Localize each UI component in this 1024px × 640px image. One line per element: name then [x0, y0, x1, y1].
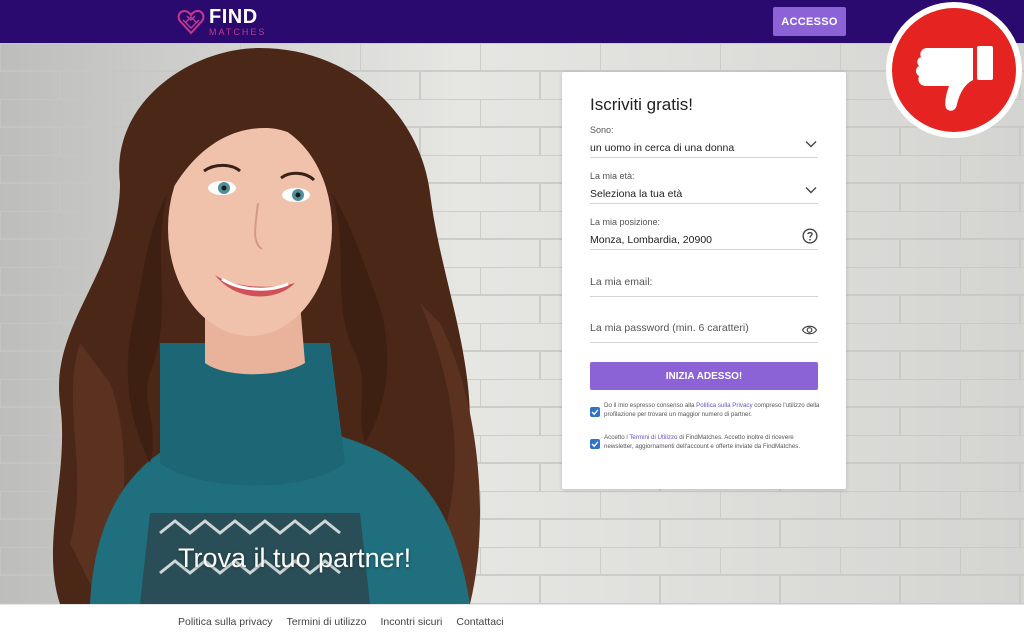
hero-section: Trova il tuo partner! Iscriviti gratis! … — [0, 43, 1024, 604]
check-icon — [591, 441, 599, 448]
chevron-down-icon — [805, 187, 817, 194]
gender-value: un uomo in cerca di una donna — [590, 142, 735, 154]
footer-link-safe-dating[interactable]: Incontri sicuri — [381, 616, 443, 628]
findmatches-logo[interactable]: FIND MATCHES — [177, 7, 266, 37]
logo-matches-text: MATCHES — [209, 27, 267, 37]
gender-select[interactable]: Sono: un uomo in cerca di una donna — [590, 125, 818, 158]
age-label: La mia età: — [590, 171, 635, 181]
eye-icon[interactable] — [801, 323, 818, 337]
password-placeholder: La mia password (min. 6 caratteri) — [590, 322, 749, 334]
terms-consent-before: Accetto i — [604, 434, 630, 441]
woman-photo — [52, 48, 480, 604]
start-now-button[interactable]: INIZIA ADESSO! — [590, 362, 818, 390]
thumbs-down-badge — [886, 2, 1022, 138]
email-field[interactable]: La mia email: — [590, 276, 818, 297]
terms-of-use-link[interactable]: Termini di Utilizzo — [629, 434, 677, 441]
logo-find-text: FIND — [209, 6, 258, 28]
privacy-policy-link[interactable]: Politica sulla Privacy — [696, 402, 752, 409]
footer-link-contact[interactable]: Contattaci — [456, 616, 503, 628]
footer-links: Politica sulla privacy Termini di utiliz… — [178, 616, 504, 628]
password-field[interactable]: La mia password (min. 6 caratteri) — [590, 322, 818, 343]
privacy-consent-text: Do il mio espresso consenso alla Politic… — [604, 402, 820, 420]
help-circle-icon[interactable] — [802, 228, 818, 244]
signup-title: Iscriviti gratis! — [590, 95, 693, 114]
top-navbar: FIND MATCHES ACCESSO — [0, 0, 1024, 43]
logo-heart-icon — [177, 9, 205, 35]
chevron-down-icon — [805, 141, 817, 148]
location-label: La mia posizione: — [590, 217, 661, 227]
hero-headline: Trova il tuo partner! — [178, 543, 412, 573]
consent-terms: Accetto i Termini di Utilizzo di FindMat… — [590, 434, 820, 452]
consent-privacy: Do il mio espresso consenso alla Politic… — [590, 402, 820, 420]
terms-checkbox[interactable] — [590, 439, 600, 449]
footer-link-terms[interactable]: Termini di utilizzo — [287, 616, 367, 628]
footer: Politica sulla privacy Termini di utiliz… — [0, 604, 1024, 640]
age-select[interactable]: La mia età: Seleziona la tua età — [590, 171, 818, 204]
age-value: Seleziona la tua età — [590, 188, 683, 200]
footer-link-privacy[interactable]: Politica sulla privacy — [178, 616, 273, 628]
location-value: Monza, Lombardia, 20900 — [590, 234, 712, 246]
gender-label: Sono: — [590, 125, 614, 135]
privacy-checkbox[interactable] — [590, 407, 600, 417]
location-field[interactable]: La mia posizione: Monza, Lombardia, 2090… — [590, 217, 818, 250]
privacy-consent-before: Do il mio espresso consenso alla — [604, 402, 697, 409]
check-icon — [591, 409, 599, 416]
signup-card: Iscriviti gratis! Sono: un uomo in cerca… — [562, 72, 846, 489]
email-placeholder: La mia email: — [590, 276, 653, 288]
login-button[interactable]: ACCESSO — [773, 7, 846, 36]
terms-consent-text: Accetto i Termini di Utilizzo di FindMat… — [604, 434, 820, 452]
